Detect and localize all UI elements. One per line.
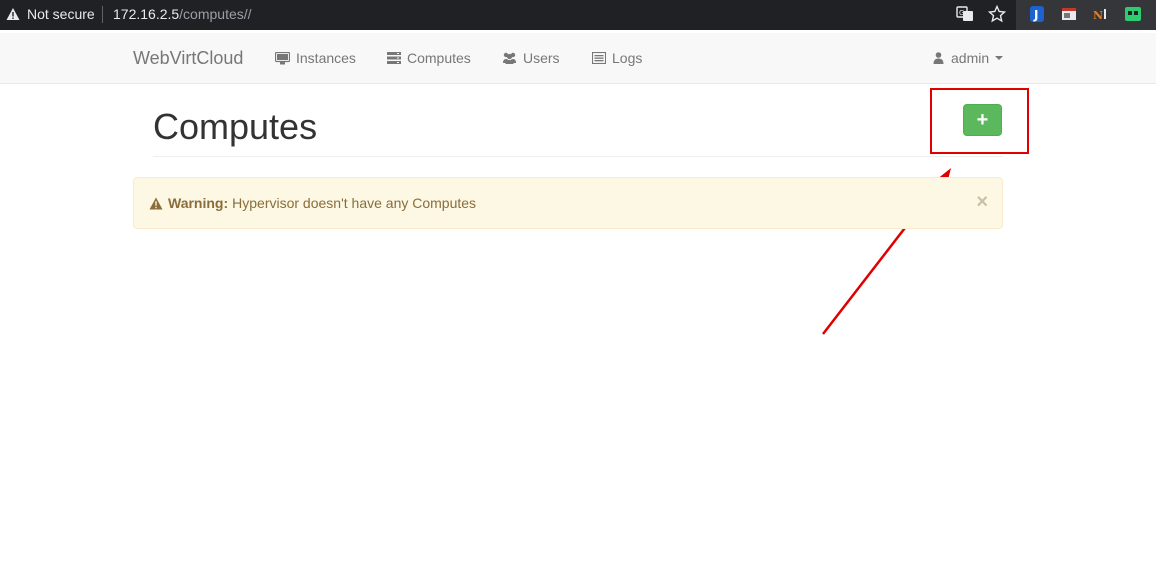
annotation-arrow bbox=[822, 168, 951, 335]
alert-message: Hypervisor doesn't have any Computes bbox=[232, 195, 477, 211]
close-icon[interactable]: × bbox=[976, 191, 988, 214]
alert-title: Warning: bbox=[168, 195, 229, 211]
warning-alert: Warning: Hypervisor doesn't have any Com… bbox=[133, 177, 1003, 229]
alert-content: Warning: Hypervisor doesn't have any Com… bbox=[149, 195, 476, 211]
warning-triangle-icon bbox=[149, 197, 163, 209]
